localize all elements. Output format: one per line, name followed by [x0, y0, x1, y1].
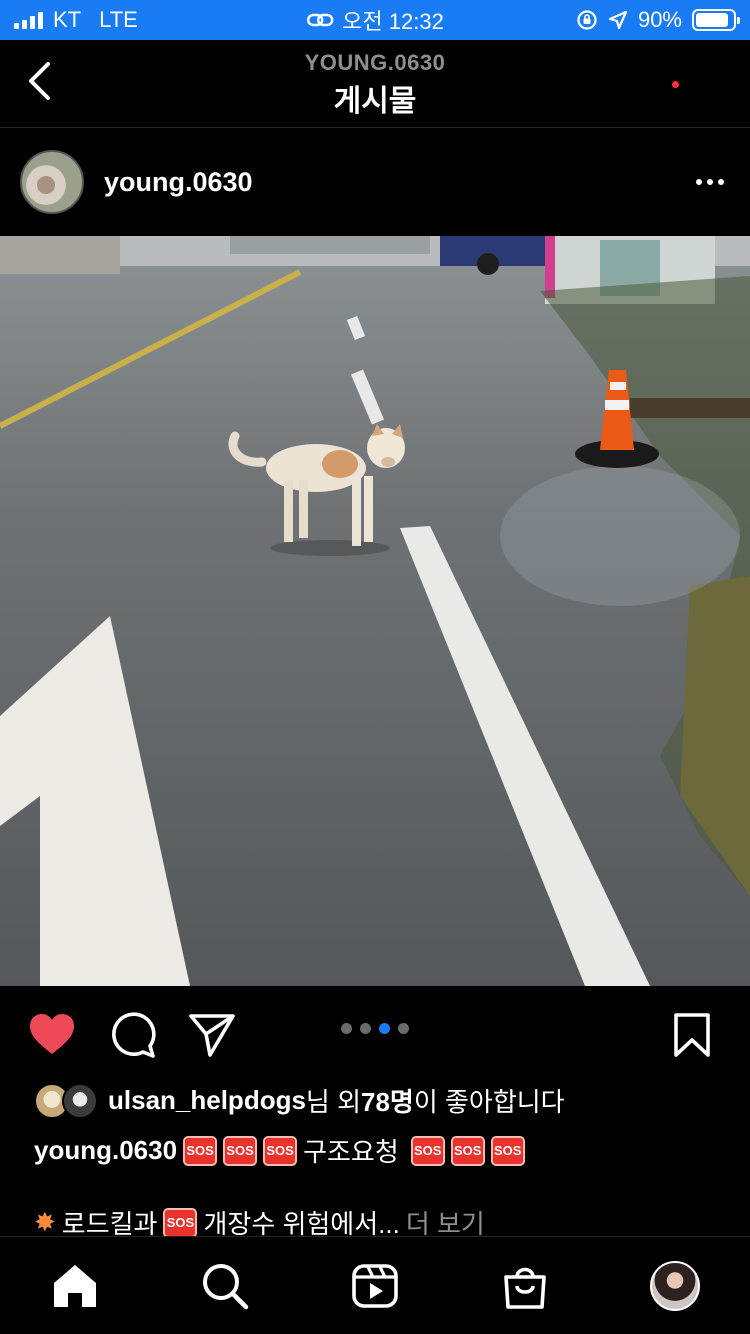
sos-emoji: SOS: [450, 1135, 485, 1166]
status-left: KT LTE: [14, 7, 138, 33]
carousel-dot: [398, 1023, 409, 1034]
link-icon: [306, 13, 334, 27]
heart-icon[interactable]: [28, 1012, 76, 1056]
caption-username[interactable]: young.0630: [34, 1135, 177, 1166]
battery-icon: [692, 9, 740, 31]
location-arrow-icon: [608, 10, 628, 30]
nav-header: YOUNG.0630 게시물: [0, 40, 750, 128]
carousel-dot: [360, 1023, 371, 1034]
notification-dot: [672, 81, 679, 88]
sos-emoji: SOS: [183, 1135, 218, 1166]
sos-emoji: SOS: [163, 1207, 198, 1238]
network-label: LTE: [99, 7, 138, 32]
signal-icon: [14, 11, 43, 29]
profile-avatar[interactable]: [650, 1261, 700, 1311]
sos-emoji: SOS: [490, 1135, 525, 1166]
search-icon[interactable]: [200, 1261, 250, 1311]
likes-count[interactable]: 78명: [361, 1082, 414, 1119]
status-bar: KT LTE 오전 12:32 90%: [0, 0, 750, 40]
carousel-indicator: [0, 1023, 750, 1034]
status-center: 오전 12:32: [306, 4, 444, 36]
likes-suffix-1: 님 외: [305, 1087, 361, 1117]
liker-username[interactable]: ulsan_helpdogs: [108, 1085, 306, 1116]
home-icon[interactable]: [50, 1261, 100, 1311]
carrier-label: KT: [53, 7, 82, 32]
time-label: 오전 12:32: [342, 9, 444, 34]
avatar[interactable]: [20, 150, 84, 214]
status-right: 90%: [576, 7, 740, 33]
more-horizontal-icon[interactable]: [690, 169, 730, 195]
collision-emoji: ✸: [34, 1207, 56, 1237]
avatar: [62, 1082, 98, 1119]
comment-icon[interactable]: [110, 1012, 156, 1058]
send-icon[interactable]: [188, 1012, 236, 1058]
carousel-dot: [341, 1023, 352, 1034]
sos-emoji: SOS: [263, 1135, 298, 1166]
post-photo[interactable]: [0, 236, 750, 986]
carousel-dot: [379, 1023, 390, 1034]
liker-avatars: [34, 1082, 98, 1119]
likes-suffix-2: 이 좋아합니다: [413, 1087, 565, 1117]
caption-line: young.0630 SOS SOS SOS 구조요청 SOS SOS SOS: [34, 1132, 525, 1169]
header-account: YOUNG.0630: [304, 50, 446, 75]
reels-icon[interactable]: [350, 1261, 400, 1311]
likes-line[interactable]: ulsan_helpdogs 님 외 78명 이 좋아합니다: [34, 1082, 565, 1119]
post-header: young.0630: [0, 130, 750, 234]
bookmark-icon[interactable]: [672, 1012, 712, 1058]
caption-text: 구조요청: [303, 1137, 399, 1167]
battery-label: 90%: [637, 7, 682, 32]
rotation-lock-icon: [577, 10, 597, 30]
post-username[interactable]: young.0630: [104, 167, 253, 198]
page-title: 게시물: [333, 85, 417, 118]
sos-emoji: SOS: [410, 1135, 445, 1166]
bottom-tab-bar: [0, 1236, 750, 1334]
shop-bag-icon[interactable]: [500, 1261, 550, 1311]
post-image: [0, 236, 750, 986]
sos-emoji: SOS: [223, 1135, 258, 1166]
